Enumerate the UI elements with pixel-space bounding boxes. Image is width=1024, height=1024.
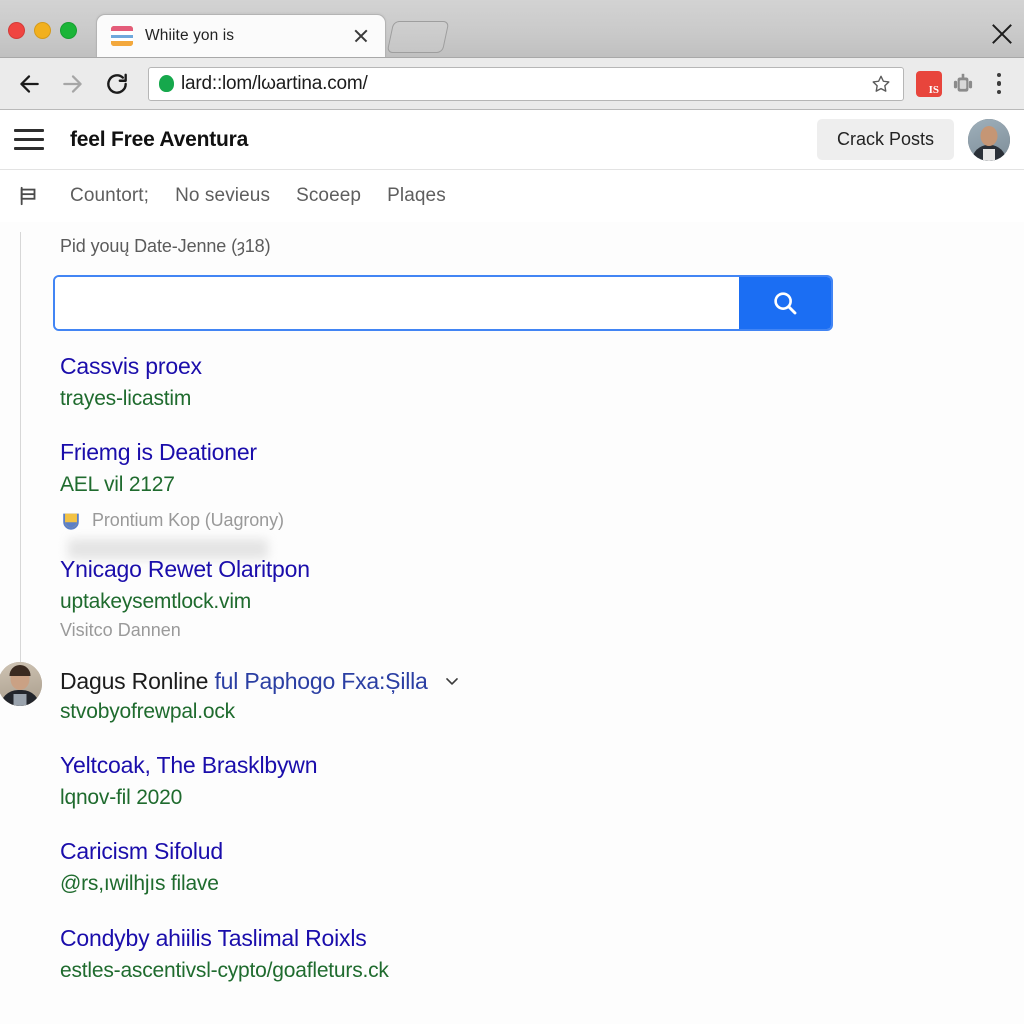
maximize-window-button[interactable] [60,22,77,39]
results-list: Cassvis proex trayes-licastim Friemg is … [0,351,1024,985]
app-header: feel Free Aventura Crack Posts [0,110,1024,170]
result-url[interactable]: trayes-licastim [60,384,1024,413]
forward-button[interactable] [54,65,92,103]
shield-badge-icon [60,510,82,532]
badge-text: Prontium Kop (Uagrony) [92,510,284,531]
search-bar [53,275,833,331]
browser-window: Whiite yon is lard::lom/lωartina.com/ IS… [0,0,1024,1024]
result-url[interactable]: estles-ascentivsl-cypto/goafleturs.ck [60,956,1024,985]
browser-tab[interactable]: Whiite yon is [96,14,386,57]
result-title[interactable]: Condyby ahiilis Taslimal Roixls [60,923,1024,954]
result-item: Condyby ahiilis Taslimal Roixls estles-a… [0,923,1024,985]
lock-icon [159,75,181,92]
person-url[interactable]: stvobyofrewpal.ock [0,697,1024,726]
result-meta: Visitco Dannen [60,620,181,641]
address-bar[interactable]: lard::lom/lωartina.com/ [148,66,904,101]
tab-strip: Whiite yon is [96,14,450,57]
nav-tabs: Countort; No sevieus Scoeep Plaqes [0,170,1024,222]
search-button[interactable] [739,277,831,329]
tab-title: Whiite yon is [145,27,235,44]
robot-icon[interactable] [948,69,978,99]
result-title[interactable]: Friemg is Deationer [60,437,1024,468]
tab-scoeep[interactable]: Scoeep [296,185,361,207]
minimize-window-button[interactable] [34,22,51,39]
avatar[interactable] [968,118,1010,161]
tab-no-sevieus[interactable]: No sevieus [175,185,270,207]
page-title: feel Free Aventura [70,127,249,151]
person-title-row: Dagus Ronline ful Paphogo Fxa:Șilla [0,668,1024,695]
result-item: Ynicago Rewet Olaritpon uptakeysemtlock.… [0,554,1024,644]
tab-plaqes[interactable]: Plaqes [387,185,446,207]
browser-menu-button[interactable] [984,66,1014,102]
result-title[interactable]: Cassvis proex [60,351,1024,382]
close-window-button[interactable] [8,22,25,39]
person-result: Dagus Ronline ful Paphogo Fxa:Șilla stvo… [0,661,1024,726]
search-input[interactable] [55,277,739,329]
result-title[interactable]: Caricism Sifolud [60,836,1024,867]
person-avatar[interactable] [0,661,42,706]
main-content: Pid youų Date-Jenne (ȝ18) Cassvis proex … [0,222,1024,985]
result-item: Caricism Sifolud @rs,ıwilhjıs filave [0,836,1024,898]
person-highlight[interactable]: ful Paphogo Fxa:Șilla [214,668,427,695]
traffic-lights [8,22,77,39]
person-name[interactable]: Dagus Ronline [60,668,208,695]
window-close-icon[interactable] [986,18,1018,50]
result-item: Yeltcoak, The Brasklbywn lqnov-fil 2020 [0,750,1024,812]
title-bar: Whiite yon is [0,0,1024,58]
section-label: Pid youų Date-Jenne (ȝ18) [60,236,271,256]
star-icon[interactable] [869,73,893,95]
hamburger-icon[interactable] [14,123,48,157]
extension-is-label: IS [928,83,939,96]
close-icon[interactable] [351,26,371,46]
address-bar-url: lard::lom/lωartina.com/ [181,72,368,94]
result-item: Friemg is Deationer AEL vil 2127 [0,437,1024,499]
flag-icon [14,183,44,209]
result-url[interactable]: AEL vil 2127 [60,470,1024,499]
crack-posts-button[interactable]: Crack Posts [816,119,954,160]
chevron-down-icon[interactable] [442,671,462,691]
result-title[interactable]: Ynicago Rewet Olaritpon [60,554,1024,585]
new-tab-button[interactable] [386,21,450,53]
extension-is-icon[interactable]: IS [916,70,942,97]
result-url[interactable]: lqnov-fil 2020 [60,783,1024,812]
browser-toolbar: lard::lom/lωartina.com/ IS [0,58,1024,110]
result-item: Cassvis proex trayes-licastim [0,351,1024,413]
tab-countort[interactable]: Countort; [70,185,149,207]
reload-button[interactable] [98,65,136,103]
search-icon [774,292,797,315]
result-url[interactable]: uptakeysemtlock.vim [60,587,1024,616]
result-title[interactable]: Yeltcoak, The Brasklbywn [60,750,1024,781]
card-favicon [111,26,133,46]
back-button[interactable] [10,65,48,103]
badge-row: Prontium Kop (Uagrony) [0,510,1024,532]
result-url[interactable]: @rs,ıwilhjıs filave [60,869,1024,898]
